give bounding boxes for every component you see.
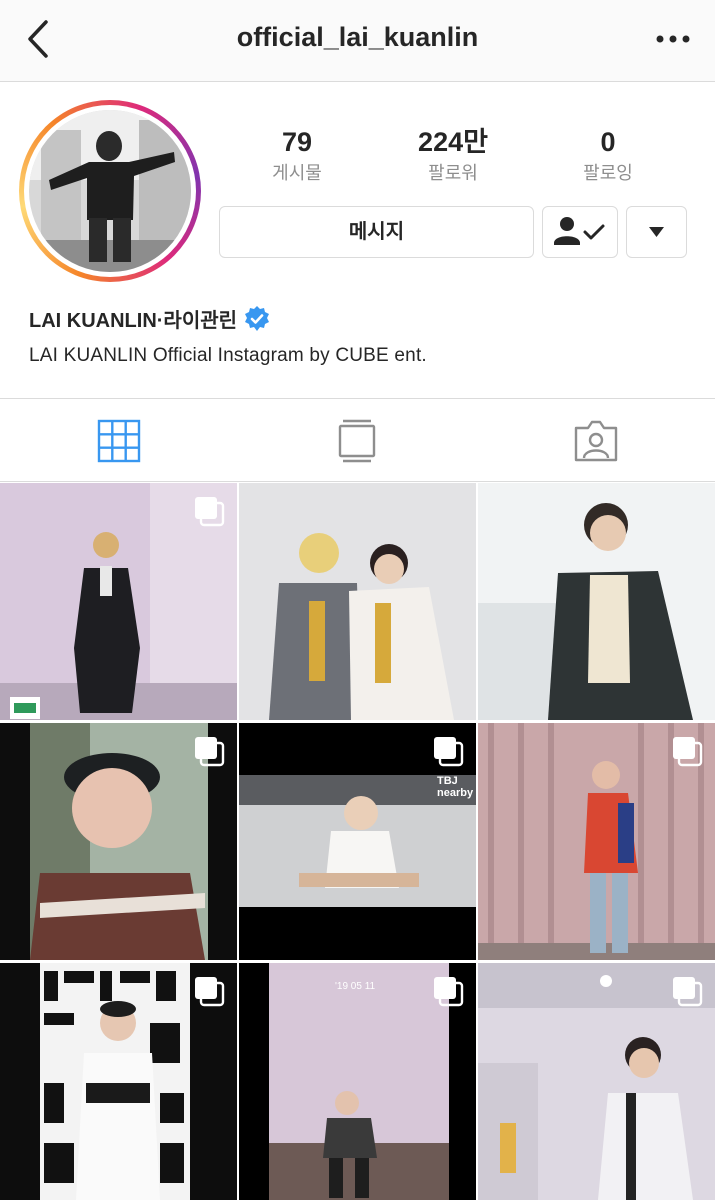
igtv-icon (338, 419, 376, 463)
profile-display-name: LAI KUANLIN·라이관린 (29, 304, 271, 333)
verified-badge-icon (245, 305, 270, 331)
post-thumbnail-8[interactable]: '19 05 11 (239, 963, 476, 1200)
top-nav-bar: official_lai_kuanlin (0, 0, 715, 82)
tab-igtv[interactable] (238, 399, 476, 483)
suggestions-dropdown-button[interactable] (626, 206, 687, 258)
multiple-photos-icon (195, 737, 225, 767)
followers-count: 224만 (418, 127, 488, 157)
stat-following[interactable]: 0 팔로잉 (533, 126, 683, 185)
avatar (29, 110, 191, 272)
following-label: 팔로잉 (583, 163, 633, 183)
followers-label: 팔로워 (428, 163, 478, 183)
grid-icon (97, 419, 141, 463)
tagged-icon (574, 420, 618, 462)
display-name-text: LAI KUANLIN·라이관린 (29, 310, 238, 332)
post-thumbnail-9[interactable] (478, 963, 715, 1200)
page-title: official_lai_kuanlin (236, 22, 479, 52)
multiple-photos-icon (434, 977, 464, 1007)
profile-bio: LAI KUANLIN Official Instagram by CUBE e… (29, 345, 427, 366)
post-thumbnail-6[interactable] (478, 723, 715, 960)
caret-down-icon (649, 227, 664, 237)
multiple-photos-icon (434, 737, 464, 767)
more-horizontal-icon (656, 35, 690, 43)
posts-label: 게시물 (272, 163, 322, 183)
multiple-photos-icon (195, 977, 225, 1007)
message-button[interactable]: 메시지 (219, 206, 534, 258)
following-count: 0 (600, 127, 616, 157)
post-thumbnail-2[interactable] (239, 483, 476, 720)
multiple-photos-icon (195, 497, 225, 527)
multiple-photos-icon (673, 737, 703, 767)
stat-followers[interactable]: 224만 팔로워 (378, 126, 528, 185)
post-thumbnail-1[interactable] (0, 483, 237, 720)
post-thumbnail-5[interactable]: TBJ nearby (239, 723, 476, 960)
post-thumbnail-3[interactable] (478, 483, 715, 720)
multiple-photos-icon (673, 977, 703, 1007)
stat-posts[interactable]: 79 게시물 (222, 126, 372, 185)
post-thumbnail-7[interactable] (0, 963, 237, 1200)
posts-count: 79 (281, 127, 313, 157)
posts-grid: TBJ nearby '19 05 11 (0, 483, 715, 1200)
more-options-button[interactable] (651, 22, 695, 56)
post-thumbnail-4[interactable] (0, 723, 237, 960)
avatar-story-ring[interactable] (19, 100, 201, 282)
profile-tabs (0, 398, 715, 482)
post-overlay-text: TBJ nearby (437, 775, 474, 799)
tab-tagged[interactable] (477, 399, 715, 483)
person-check-icon (554, 217, 605, 245)
following-button[interactable] (542, 206, 618, 258)
post-overlay-text: '19 05 11 (335, 981, 376, 992)
tab-grid[interactable] (0, 399, 238, 483)
